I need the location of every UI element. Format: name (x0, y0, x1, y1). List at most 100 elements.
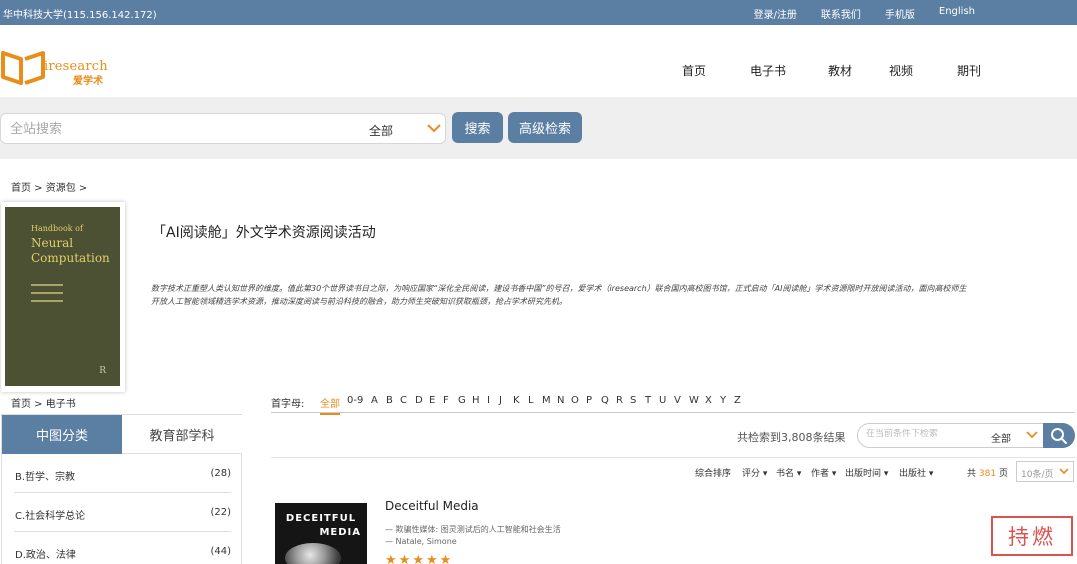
letter-a[interactable]: A (371, 395, 378, 406)
seal-text: 持燃 (1008, 525, 1056, 549)
logo-brand-cn: 爱学术 (73, 76, 103, 87)
letter-g[interactable]: G (458, 395, 466, 406)
book-subtitle: — 欺骗性媒体: 图灵测试后的人工智能和社会生活 (385, 525, 561, 534)
package-cover[interactable]: Handbook of Neural Computation R (1, 202, 125, 392)
letter-b[interactable]: B (386, 395, 393, 406)
letter-all[interactable]: 全部 (320, 395, 340, 415)
star-icon: ★ (385, 553, 399, 564)
sort-default[interactable]: 综合排序 (695, 466, 731, 479)
nav-textbooks[interactable]: 教材 (828, 62, 852, 79)
sort-publisher[interactable]: 出版社 ▾ (899, 466, 933, 479)
letter-filter-label: 首字母: (271, 399, 305, 410)
nav-home[interactable]: 首页 (682, 62, 706, 79)
sort-rating[interactable]: 评分 ▾ (742, 466, 767, 479)
caret-down-icon: ▾ (796, 469, 802, 479)
letter-u[interactable]: U (659, 395, 666, 406)
divider (271, 457, 1075, 458)
star-icon: ★ (425, 553, 440, 564)
letter-c[interactable]: C (400, 395, 407, 406)
seal-stamp: 持燃 (991, 516, 1073, 556)
letter-h[interactable]: H (472, 395, 480, 406)
letter-q[interactable]: Q (601, 395, 609, 406)
filter-search-input[interactable] (866, 429, 981, 439)
nav-ebooks[interactable]: 电子书 (750, 62, 786, 79)
book-author[interactable]: — Natale, Simone (385, 537, 457, 546)
star-icon: ★ (398, 553, 413, 564)
letter-j[interactable]: J (499, 395, 502, 406)
letter-p[interactable]: P (586, 395, 592, 406)
chevron-down-icon[interactable] (426, 121, 442, 135)
letter-o[interactable]: O (571, 395, 579, 406)
sort-title[interactable]: 书名 ▾ (776, 466, 801, 479)
letter-f[interactable]: F (443, 395, 449, 406)
letter-i[interactable]: I (487, 395, 490, 406)
sort-author[interactable]: 作者 ▾ (811, 466, 836, 479)
header: iresearch 爱学术 首页 电子书 教材 视频 期刊 (0, 25, 1077, 97)
cover-title-small: Handbook of (31, 224, 83, 233)
letter-y[interactable]: Y (720, 395, 726, 406)
search-band: 全部 搜索 高级检索 (0, 97, 1077, 159)
top-bar: 华中科技大学(115.156.142.172) 登录/注册 联系我们 手机版 E… (0, 0, 1077, 25)
result-count: 共检索到3,808条结果 (737, 431, 846, 444)
category-name: C.社会科学总论 (15, 511, 86, 522)
category-count: (22) (210, 507, 231, 518)
mobile-link[interactable]: 手机版 (885, 6, 915, 21)
book-cover-line1: DECEITFUL (285, 513, 357, 524)
search-button[interactable]: 搜索 (452, 112, 503, 143)
publisher-mark: R (99, 366, 106, 376)
category-item[interactable]: B.哲学、宗教 (28) (14, 454, 231, 493)
letter-t[interactable]: T (645, 395, 651, 406)
tab-moe-discipline[interactable]: 教育部学科 (122, 415, 242, 454)
advanced-search-button[interactable]: 高级检索 (508, 112, 582, 143)
book-cover[interactable]: DECEITFUL MEDIA (275, 503, 367, 564)
letter-v[interactable]: V (674, 395, 681, 406)
letter-z[interactable]: Z (734, 395, 741, 406)
letter-l[interactable]: L (528, 395, 534, 406)
letter-s[interactable]: S (630, 395, 636, 406)
cover-image: Handbook of Neural Computation R (5, 207, 120, 386)
search-box: 全部 (0, 113, 446, 144)
letter-r[interactable]: R (616, 395, 623, 406)
english-link[interactable]: English (939, 6, 975, 21)
letter-k[interactable]: K (513, 395, 520, 406)
book-logo-icon (1, 51, 45, 85)
nav-journals[interactable]: 期刊 (957, 62, 981, 79)
caret-down-icon: ▾ (883, 469, 889, 479)
tab-clc-classification[interactable]: 中图分类 (2, 415, 122, 454)
letter-e[interactable]: E (429, 395, 435, 406)
letter-m[interactable]: M (542, 395, 551, 406)
search-scope-select[interactable]: 全部 (369, 122, 393, 139)
star-icon: ★ (412, 553, 426, 564)
star-icon: ★ (439, 553, 454, 564)
category-panel: 中图分类 教育部学科 B.哲学、宗教 (28) C.社会科学总论 (22) D.… (1, 414, 242, 564)
category-item[interactable]: D.政治、法律 (44) (14, 532, 231, 564)
letter-x[interactable]: X (705, 395, 712, 406)
letter-w[interactable]: W (689, 395, 699, 406)
sort-pubdate[interactable]: 出版时间 ▾ (845, 466, 888, 479)
contact-link[interactable]: 联系我们 (821, 6, 861, 21)
cover-decor (31, 284, 63, 308)
chevron-down-icon (1059, 468, 1069, 475)
page-count: 共 381 页 (967, 469, 1008, 479)
initial-letter-filter: 首字母: 全部 0-9 A B C D E F G H I J K L M N … (271, 395, 1075, 415)
institution-name: 华中科技大学(115.156.142.172) (3, 10, 157, 21)
caret-down-icon: ▾ (831, 469, 837, 479)
chevron-down-icon[interactable] (1025, 429, 1039, 441)
search-icon (1051, 427, 1067, 444)
breadcrumb-package[interactable]: 首页 > 资源包 > (11, 179, 87, 194)
login-register-link[interactable]: 登录/注册 (754, 6, 797, 21)
per-page-select[interactable]: 10条/页 (1016, 461, 1074, 482)
site-logo[interactable]: iresearch 爱学术 (0, 49, 110, 89)
filter-search-button[interactable] (1043, 423, 1075, 448)
breadcrumb-ebooks[interactable]: 首页 > 电子书 (11, 395, 76, 410)
nav-videos[interactable]: 视频 (889, 62, 913, 79)
book-title[interactable]: Deceitful Media (385, 499, 479, 513)
search-input[interactable] (10, 120, 340, 138)
category-item[interactable]: C.社会科学总论 (22) (14, 493, 231, 532)
letter-0-9[interactable]: 0-9 (347, 395, 363, 406)
category-count: (44) (210, 546, 231, 557)
letter-n[interactable]: N (557, 395, 564, 406)
letter-d[interactable]: D (415, 395, 423, 406)
filter-scope-select[interactable]: 全部 (991, 430, 1011, 445)
category-name: B.哲学、宗教 (15, 472, 76, 483)
